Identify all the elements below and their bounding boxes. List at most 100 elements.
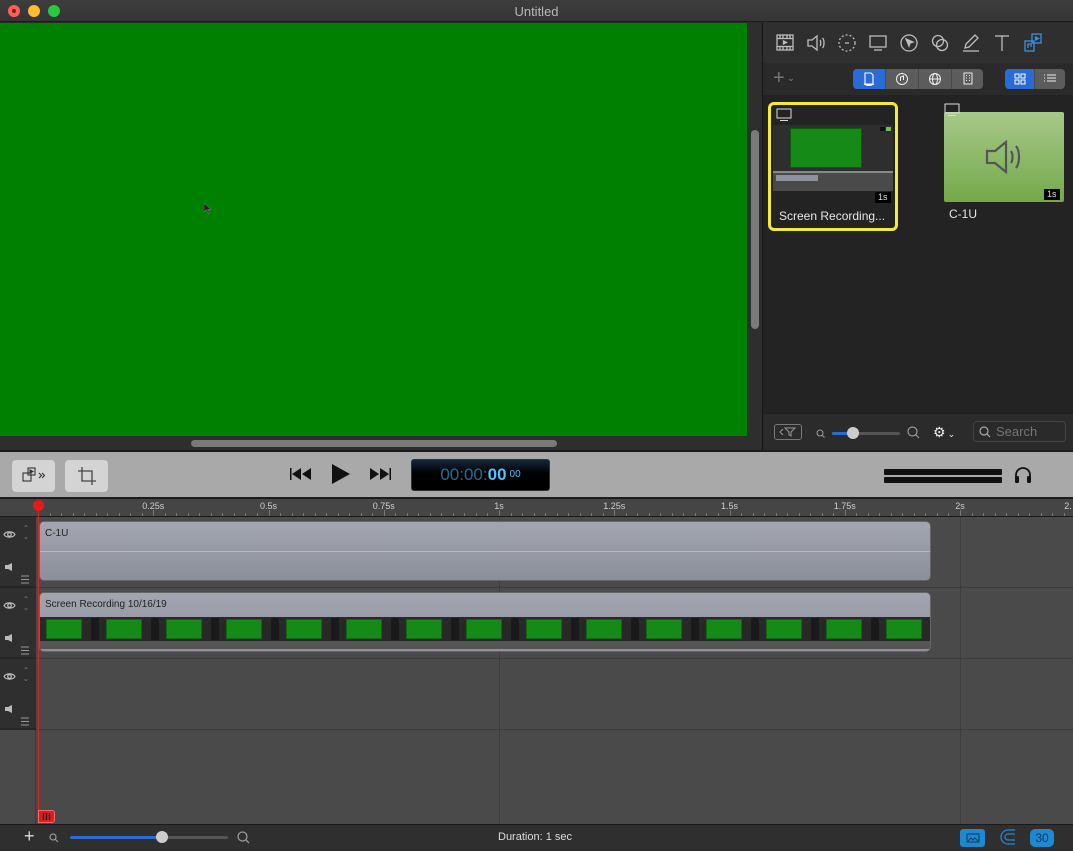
mute-toggle[interactable]	[1, 630, 17, 646]
ruler-tick	[902, 513, 904, 516]
thumbnail-size-slider[interactable]	[832, 427, 900, 439]
snapping-button[interactable]	[1000, 828, 1016, 851]
library-icon	[21, 467, 45, 482]
filmstrip-frame	[886, 619, 922, 639]
source-segmented-control	[853, 69, 983, 89]
playhead-handle[interactable]	[38, 810, 55, 823]
grid-view-button[interactable]	[1005, 69, 1035, 89]
timecode-display[interactable]: 00:00: 00 00	[411, 459, 550, 491]
media-item[interactable]: 1s C-1U	[941, 103, 1067, 230]
fast-forward-button[interactable]	[368, 467, 392, 486]
add-media-button[interactable]: + ⌄	[773, 68, 796, 88]
timeline: ⌃ ⌄ C-1U ⌃ ⌄ Screen Recording 10/16/19 ⌃…	[0, 517, 1073, 824]
ruler-tick	[291, 513, 293, 516]
ruler-tick	[49, 513, 51, 516]
filmstrip-frame	[106, 619, 142, 639]
timecode-frames: 00	[509, 468, 521, 480]
mute-toggle[interactable]	[1, 559, 17, 575]
ruler-tick	[752, 513, 754, 516]
search-field[interactable]	[973, 421, 1066, 442]
crop-icon	[77, 467, 96, 485]
timeline-zoom-slider[interactable]	[70, 831, 228, 843]
show-media-panel-button[interactable]	[12, 460, 55, 492]
track-reorder-arrows[interactable]: ⌃ ⌄	[20, 525, 32, 541]
visibility-toggle[interactable]	[1, 525, 17, 543]
search-input[interactable]	[996, 424, 1064, 439]
web-tab[interactable]	[919, 69, 952, 89]
filmstrip-panel	[271, 618, 279, 640]
filmstrip-frame	[226, 619, 262, 639]
ruler-tick	[1040, 513, 1042, 516]
filter-button[interactable]	[774, 424, 802, 440]
slider-knob[interactable]	[847, 427, 859, 439]
document-tab[interactable]	[853, 69, 886, 89]
filmstrip-panel	[811, 618, 819, 640]
ruler-tick	[787, 513, 789, 516]
filmstrip-panel	[151, 618, 159, 640]
track-menu-button[interactable]	[20, 713, 32, 731]
text-icon[interactable]	[990, 31, 1014, 55]
track-reorder-arrows[interactable]: ⌃ ⌄	[20, 667, 32, 683]
ruler-tick	[222, 513, 224, 516]
media-item[interactable]: 1s Screen Recording...	[768, 102, 898, 231]
canvas-horizontal-scroll-thumb[interactable]	[191, 440, 557, 447]
ruler-tick	[233, 513, 235, 516]
ruler-tick	[499, 510, 500, 516]
playhead-knob[interactable]	[33, 500, 44, 511]
filmstrip-panel	[751, 618, 759, 640]
eye-icon	[2, 672, 16, 680]
audio-icon[interactable]	[804, 31, 828, 55]
slider-knob[interactable]	[155, 831, 168, 843]
ruler-tick	[107, 513, 109, 516]
mute-toggle[interactable]	[1, 701, 17, 717]
track-menu-button[interactable]	[20, 642, 32, 660]
list-view-button[interactable]	[1035, 69, 1065, 89]
play-button[interactable]	[331, 463, 351, 490]
zoom-out-icon	[816, 429, 825, 438]
canvas-vertical-scroll-thumb[interactable]	[751, 130, 759, 329]
transitions-icon[interactable]	[928, 31, 952, 55]
ruler-tick	[395, 513, 397, 516]
annotation-icon[interactable]	[959, 31, 983, 55]
table-tab[interactable]	[952, 69, 983, 89]
track-reorder-arrows[interactable]: ⌃ ⌄	[20, 596, 32, 612]
ruler-tick	[464, 513, 466, 516]
settings-button[interactable]: ⚙ ⌄	[933, 425, 955, 441]
speaker-icon	[5, 705, 12, 713]
cursor-icon[interactable]	[897, 31, 921, 55]
visibility-toggle[interactable]	[1, 596, 17, 614]
filmstrip-frame	[586, 619, 622, 639]
ruler-tick	[210, 513, 212, 516]
ruler-label: 2.	[1064, 501, 1072, 511]
media-library-panel: + ⌄ 1s Screen Recording... 1s C-1U ⚙ ⌄ S…	[763, 23, 1073, 450]
fps-button[interactable]: 30	[1030, 829, 1054, 847]
add-track-button[interactable]: +	[24, 827, 35, 845]
ruler-tick	[602, 513, 604, 516]
image-toggle-button[interactable]	[960, 829, 985, 847]
track-header: ⌃ ⌄	[0, 588, 36, 659]
ruler-tick	[141, 513, 143, 516]
chevron-down-icon: ⌄	[786, 72, 796, 84]
track-menu-button[interactable]	[20, 571, 32, 589]
visibility-toggle[interactable]	[1, 667, 17, 685]
track-header: ⌃ ⌄	[0, 517, 36, 588]
library-icon[interactable]	[1021, 31, 1045, 55]
ruler-tick	[95, 513, 97, 516]
headphones-button[interactable]	[1013, 466, 1033, 489]
filmstrip-frame	[766, 619, 802, 639]
media-icon[interactable]	[773, 31, 797, 55]
timeline-ruler[interactable]: 0.25s 0.5s 0.75s 1s 1.25s 1.5s 1.75s 2s 2.	[0, 499, 1073, 517]
timeline-clip-video[interactable]: Screen Recording 10/16/19	[39, 592, 931, 652]
ruler-tick	[683, 513, 685, 516]
play-icon	[332, 464, 350, 484]
screen-icon[interactable]	[866, 31, 890, 55]
preview-canvas[interactable]	[0, 23, 747, 436]
animation-icon[interactable]	[835, 31, 859, 55]
music-tab[interactable]	[886, 69, 919, 89]
crop-button[interactable]	[65, 460, 108, 492]
ruler-tick	[614, 510, 616, 516]
screen-icon	[944, 103, 960, 116]
timeline-clip-audio[interactable]: C-1U	[39, 521, 931, 581]
rewind-button[interactable]	[289, 467, 313, 486]
speaker-icon	[985, 139, 1021, 175]
